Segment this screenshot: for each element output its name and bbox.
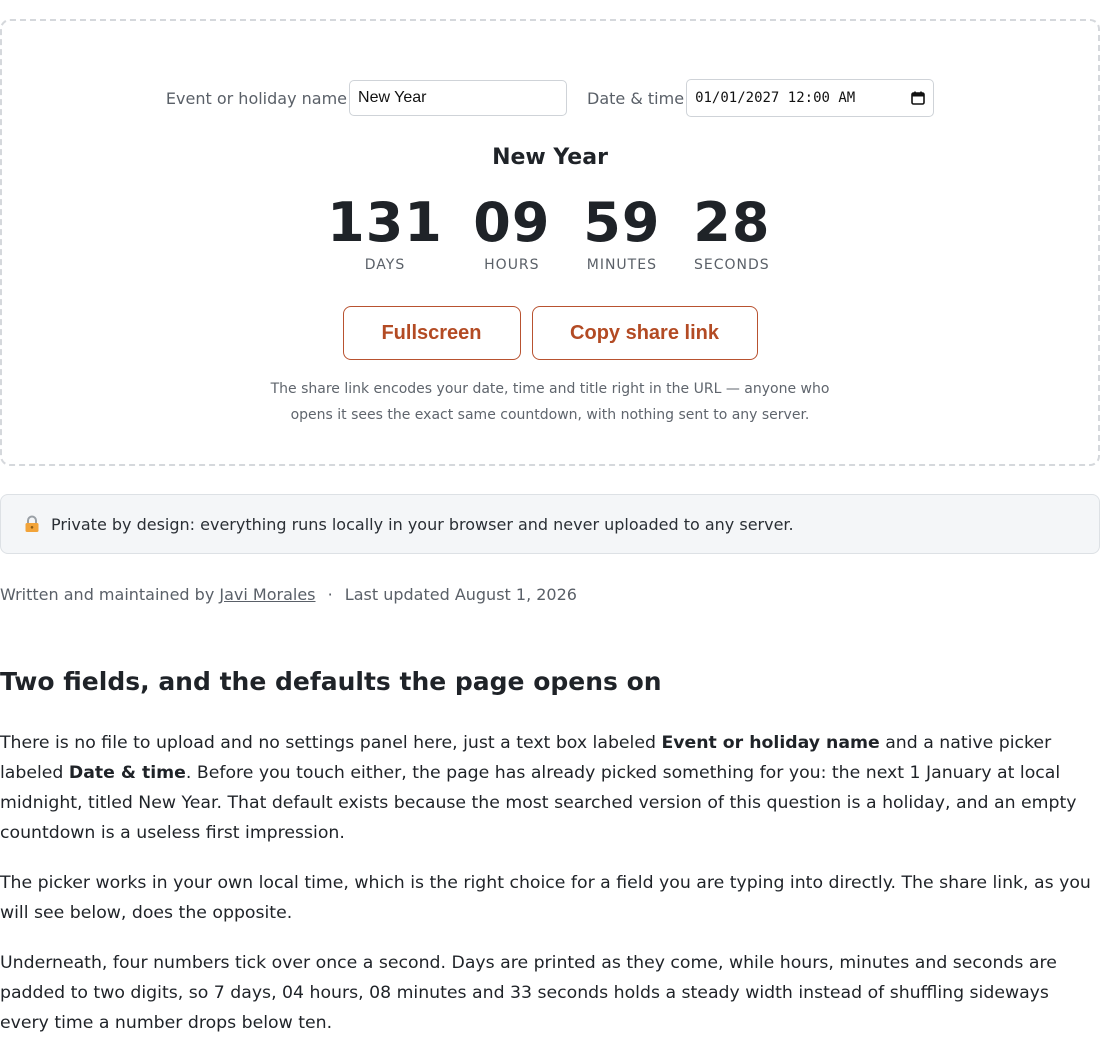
calendar-icon[interactable]	[911, 91, 925, 105]
section-heading: Two fields, and the defaults the page op…	[0, 667, 662, 696]
date-time-value: 01/01/2027 12:00 AM	[695, 90, 856, 106]
days-label: DAYS	[364, 257, 406, 273]
byline: Written and maintained by Javi Morales ·…	[0, 585, 577, 604]
p1-bold-name: Event or holiday name	[661, 733, 880, 753]
share-note: The share link encodes your date, time a…	[2, 376, 1098, 428]
paragraph-1: There is no file to upload and no settin…	[0, 728, 1100, 848]
days-value: 131	[327, 191, 443, 254]
author-link[interactable]: Javi Morales	[219, 585, 315, 604]
countdown-units: 131 DAYS 09 HOURS 59 MINUTES 28 SECONDS	[2, 191, 1098, 273]
date-time-input[interactable]: 01/01/2027 12:00 AM	[686, 79, 935, 117]
byline-separator: ·	[327, 585, 333, 604]
privacy-text: Private by design: everything runs local…	[51, 514, 794, 534]
page: Event or holiday name New Year Date & ti…	[0, 0, 1100, 1048]
lock-icon	[25, 515, 39, 532]
date-label: Date & time	[587, 88, 685, 108]
seconds-label: SECONDS	[694, 257, 770, 273]
controls-row: Event or holiday name New Year Date & ti…	[2, 79, 1098, 117]
share-note-line-2: opens it sees the exact same countdown, …	[290, 407, 810, 423]
byline-prefix: Written and maintained by	[0, 585, 215, 604]
countdown-card: Event or holiday name New Year Date & ti…	[0, 19, 1100, 466]
fullscreen-button[interactable]: Fullscreen	[342, 306, 521, 360]
event-name-input[interactable]: New Year	[349, 80, 568, 116]
name-label: Event or holiday name	[165, 88, 348, 108]
share-note-line-1: The share link encodes your date, time a…	[270, 381, 830, 397]
seconds-value: 28	[693, 191, 771, 254]
unit-seconds: 28 SECONDS	[691, 191, 773, 273]
p1-text-a: There is no file to upload and no settin…	[0, 733, 662, 753]
unit-days: 131 DAYS	[327, 191, 443, 273]
paragraph-3: Underneath, four numbers tick over once …	[0, 953, 1057, 1033]
article-body: There is no file to upload and no settin…	[0, 728, 1100, 1048]
unit-hours: 09 HOURS	[471, 191, 553, 273]
copy-share-link-button[interactable]: Copy share link	[531, 306, 758, 360]
countdown-title: New Year	[492, 145, 608, 170]
unit-minutes: 59 MINUTES	[581, 191, 663, 273]
date-control: Date & time 01/01/2027 12:00 AM	[587, 79, 935, 117]
hours-value: 09	[473, 191, 551, 254]
privacy-banner: Private by design: everything runs local…	[0, 494, 1100, 554]
p1-bold-date: Date & time	[68, 763, 186, 783]
action-buttons: Fullscreen Copy share link	[2, 306, 1098, 360]
paragraph-2: The picker works in your own local time,…	[0, 873, 1091, 923]
name-control: Event or holiday name New Year	[165, 80, 568, 116]
last-updated: Last updated August 1, 2026	[344, 585, 577, 604]
minutes-value: 59	[583, 191, 661, 254]
hours-label: HOURS	[484, 257, 540, 273]
minutes-label: MINUTES	[586, 257, 657, 273]
